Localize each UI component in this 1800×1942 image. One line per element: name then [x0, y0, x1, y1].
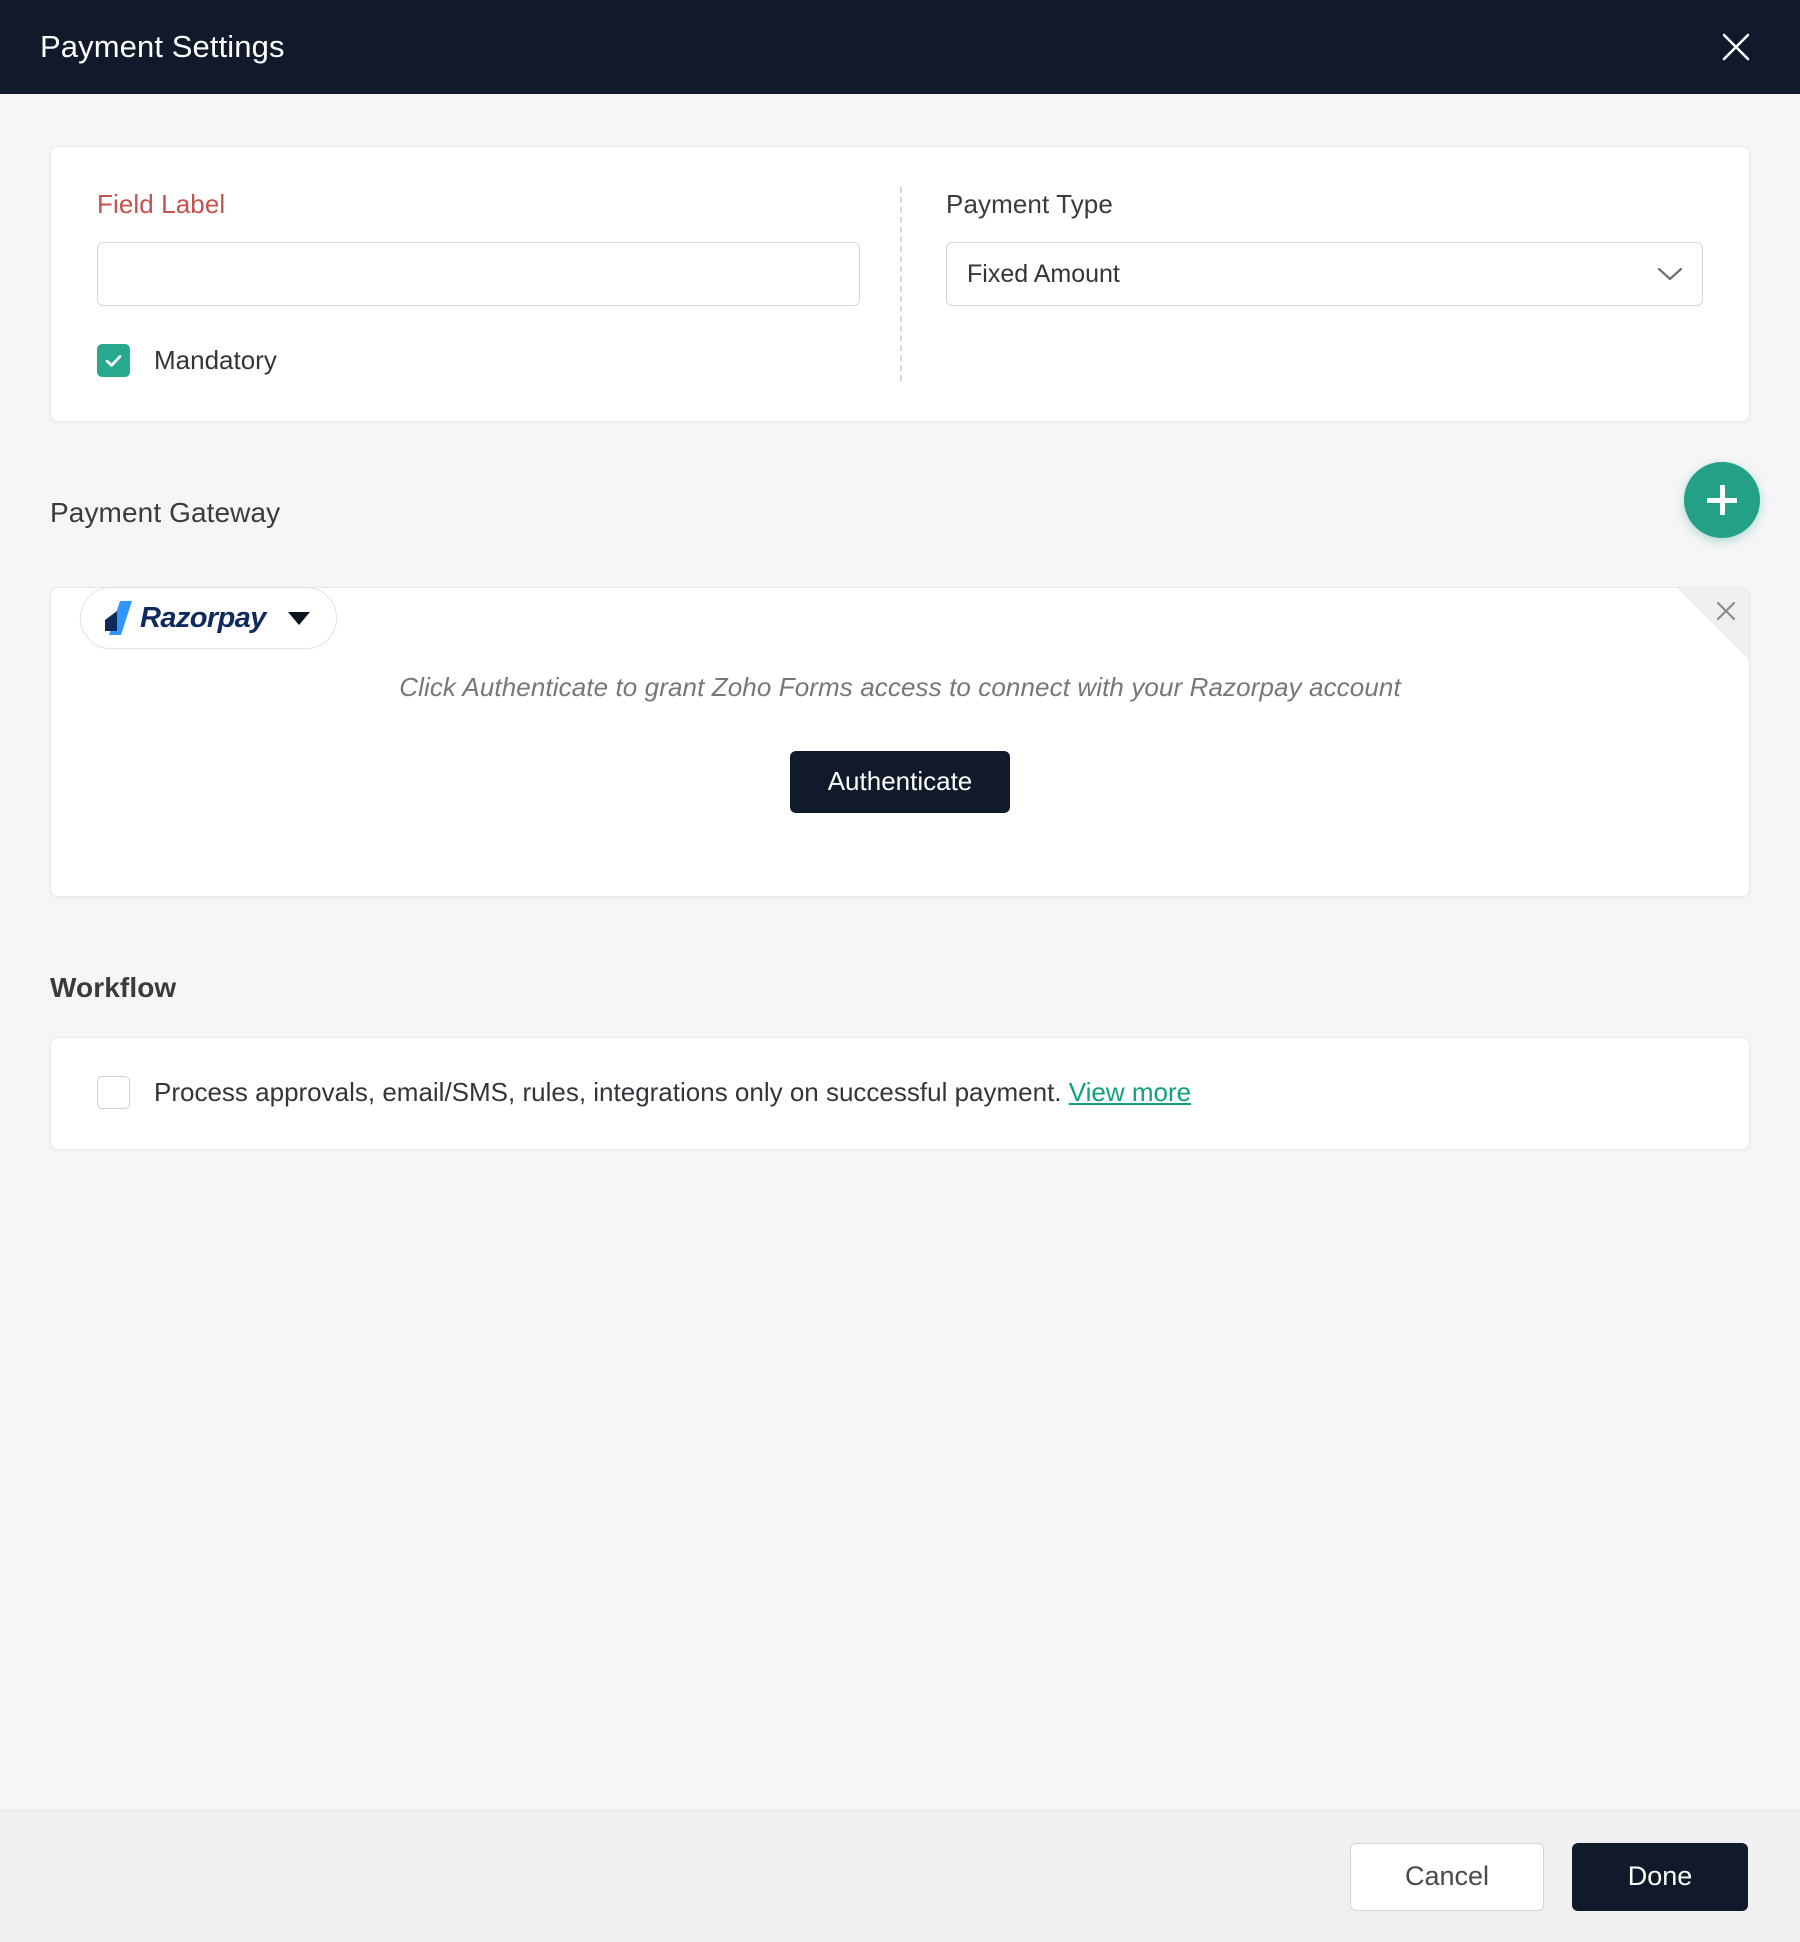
payment-type-column: Payment Type Fixed Amount	[900, 189, 1703, 377]
payment-gateway-section: Razorpay Click Authenticate to grant Zoh…	[50, 587, 1750, 897]
authenticate-message: Click Authenticate to grant Zoho Forms a…	[399, 671, 1401, 702]
razorpay-wordmark: Razorpay	[140, 601, 266, 634]
dialog-body: Field Label Mandatory Payment Type Fixed…	[0, 94, 1800, 1810]
checkbox-checked-icon	[97, 344, 130, 377]
workflow-card: Process approvals, email/SMS, rules, int…	[50, 1037, 1750, 1150]
payment-type-label: Payment Type	[946, 189, 1113, 219]
plus-icon-vertical	[1719, 485, 1725, 515]
razorpay-mark-icon	[103, 601, 135, 635]
field-label-label: Field Label	[97, 189, 226, 219]
field-label-input[interactable]	[97, 242, 860, 306]
workflow-title: Workflow	[50, 972, 177, 1003]
gateway-tab-razorpay[interactable]: Razorpay	[80, 587, 337, 649]
razorpay-logo-icon: Razorpay	[103, 601, 266, 635]
payment-type-select-wrapper: Fixed Amount	[946, 242, 1703, 306]
mandatory-checkbox[interactable]: Mandatory	[97, 344, 277, 377]
close-icon[interactable]	[1710, 21, 1762, 73]
cancel-button[interactable]: Cancel	[1350, 1842, 1544, 1911]
payment-type-selected-value: Fixed Amount	[967, 259, 1120, 288]
authenticate-button[interactable]: Authenticate	[789, 750, 1011, 813]
column-divider	[900, 187, 902, 381]
dialog-titlebar: Payment Settings	[0, 0, 1800, 94]
dialog-footer: Cancel Done	[0, 1810, 1800, 1942]
workflow-header: Workflow	[50, 945, 1750, 1031]
add-gateway-button[interactable]	[1684, 462, 1760, 538]
field-label-column: Field Label Mandatory	[97, 189, 900, 377]
payment-settings-dialog: Payment Settings Field Label Mandatory P…	[0, 0, 1800, 1942]
done-button[interactable]: Done	[1572, 1842, 1748, 1911]
caret-down-icon[interactable]	[287, 611, 310, 625]
remove-gateway-icon[interactable]	[1713, 598, 1739, 624]
mandatory-label: Mandatory	[154, 345, 277, 375]
payment-gateway-title: Payment Gateway	[50, 497, 281, 528]
workflow-checkbox[interactable]	[97, 1076, 130, 1109]
payment-type-select[interactable]: Fixed Amount	[946, 242, 1703, 306]
view-more-link[interactable]: View more	[1069, 1077, 1191, 1107]
workflow-checkbox-text: Process approvals, email/SMS, rules, int…	[154, 1077, 1191, 1108]
workflow-description: Process approvals, email/SMS, rules, int…	[154, 1077, 1062, 1107]
page-title: Payment Settings	[40, 29, 285, 64]
field-settings-card: Field Label Mandatory Payment Type Fixed…	[50, 146, 1750, 422]
payment-gateway-header: Payment Gateway	[50, 462, 1760, 556]
